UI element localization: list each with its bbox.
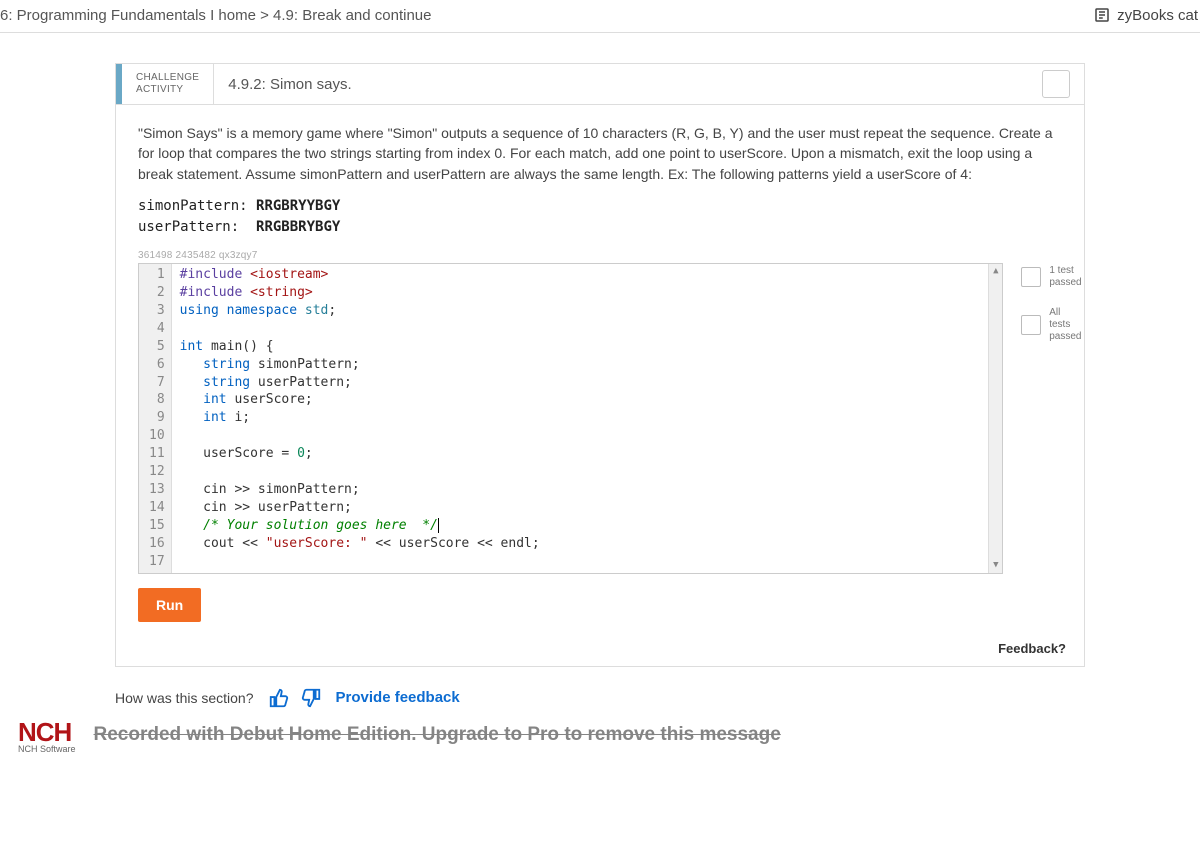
nch-brand: NCH NCH Software	[18, 717, 76, 754]
test-status-1: 1 testpassed	[1021, 265, 1084, 289]
catalog-label: zyBooks cat	[1117, 7, 1198, 24]
run-button[interactable]: Run	[138, 588, 201, 622]
activity-title: 4.9.2: Simon says.	[214, 68, 1042, 101]
code-id: 361498 2435482 qx3zqy7	[116, 250, 1084, 263]
user-value: RRGBBRYBGY	[256, 219, 340, 235]
activity-label-line1: CHALLENGE	[136, 72, 199, 84]
activity-header: CHALLENGE ACTIVITY 4.9.2: Simon says.	[116, 64, 1084, 105]
top-bar: 6: Programming Fundamentals I home > 4.9…	[0, 0, 1200, 33]
nch-sub: NCH Software	[18, 744, 76, 754]
run-row: Run	[116, 574, 1084, 630]
activity-label-line2: ACTIVITY	[136, 84, 199, 96]
editor-scrollbar[interactable]: ▲ ▼	[988, 264, 1002, 573]
content-wrap: CHALLENGE ACTIVITY 4.9.2: Simon says. "S…	[0, 33, 1200, 709]
activity-description: "Simon Says" is a memory game where "Sim…	[138, 123, 1062, 184]
thumbs-up-icon[interactable]	[268, 687, 290, 709]
feedback-row: Feedback?	[116, 630, 1084, 666]
provide-feedback-link[interactable]: Provide feedback	[336, 689, 460, 706]
activity-bookmark[interactable]	[1042, 70, 1070, 98]
feedback-thumbs	[268, 687, 322, 709]
scroll-down-icon[interactable]: ▼	[993, 558, 998, 572]
watermark-wrap: NCH NCH Software Recorded with Debut Hom…	[0, 717, 1200, 754]
catalog-link[interactable]: zyBooks cat	[1093, 6, 1200, 24]
thumbs-down-icon[interactable]	[300, 687, 322, 709]
user-label: userPattern:	[138, 219, 239, 235]
activity-description-block: "Simon Says" is a memory game where "Sim…	[116, 105, 1084, 250]
feedback-link[interactable]: Feedback?	[998, 641, 1066, 656]
activity-card: CHALLENGE ACTIVITY 4.9.2: Simon says. "S…	[115, 63, 1085, 667]
test-label-all: All testspassed	[1049, 307, 1084, 343]
section-feedback-question: How was this section?	[115, 690, 254, 706]
code-editor[interactable]: 1234567891011121314151617 #include <iost…	[138, 263, 1003, 574]
scroll-up-icon[interactable]: ▲	[993, 264, 998, 278]
pattern-block: simonPattern: RRGBRYYBGY userPattern: RR…	[138, 196, 1062, 238]
editor-row: 1234567891011121314151617 #include <iost…	[116, 263, 1084, 574]
test-checkbox-all	[1021, 315, 1041, 335]
watermark-text: Recorded with Debut Home Edition. Upgrad…	[94, 724, 781, 746]
simon-value: RRGBRYYBGY	[256, 198, 340, 214]
test-checkbox-1	[1021, 267, 1041, 287]
test-label-1: 1 testpassed	[1049, 265, 1081, 289]
catalog-icon	[1093, 6, 1111, 24]
activity-label: CHALLENGE ACTIVITY	[122, 64, 214, 104]
test-status-all: All testspassed	[1021, 307, 1084, 343]
section-feedback: How was this section? Provide feedback	[115, 667, 1085, 709]
line-gutter: 1234567891011121314151617	[139, 264, 172, 573]
simon-label: simonPattern:	[138, 198, 248, 214]
tests-column: 1 testpassed All testspassed	[1021, 263, 1084, 574]
code-area[interactable]: #include <iostream> #include <string> us…	[172, 264, 989, 573]
breadcrumb[interactable]: 6: Programming Fundamentals I home > 4.9…	[0, 7, 432, 24]
